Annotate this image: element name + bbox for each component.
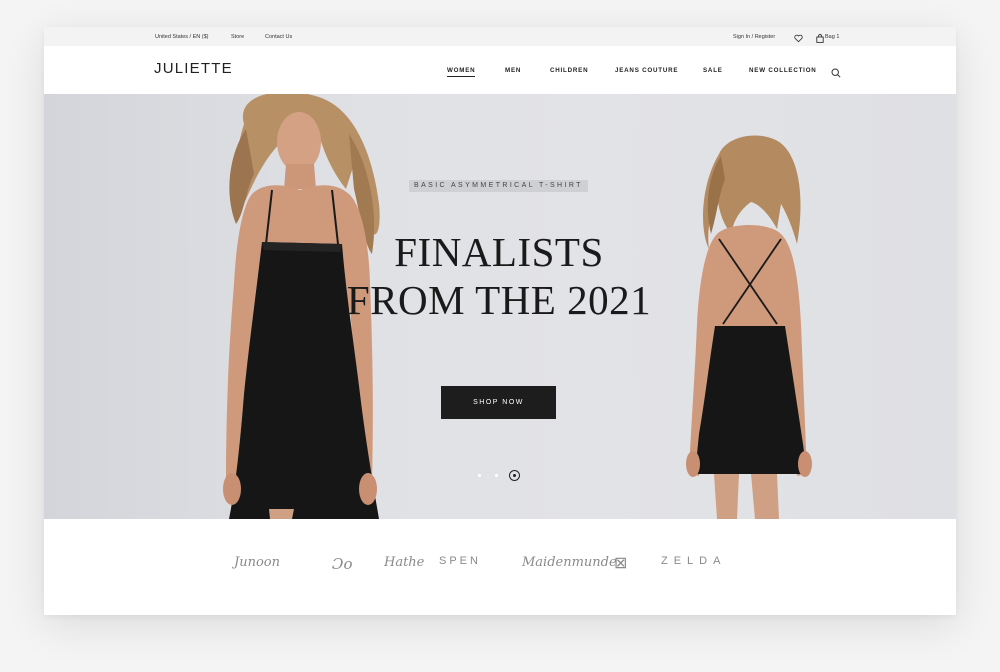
nav-men[interactable]: MEN [505, 67, 521, 74]
brand-logo-5[interactable]: Maidenmunde [522, 555, 617, 570]
nav-women[interactable]: WOMEN [447, 67, 476, 77]
model-back-image [686, 135, 812, 519]
brand-logo-spen[interactable]: SPEN [439, 555, 481, 567]
browser-page: United States / EN ($) Store Contact Us … [44, 27, 956, 615]
carousel-indicators [475, 468, 525, 482]
brand-logo-junoon[interactable]: Junoon [234, 555, 280, 570]
brand-logo[interactable]: JULIETTE [154, 60, 233, 77]
search-icon[interactable] [831, 65, 841, 83]
brand-logo-2[interactable]: Ɔo [332, 555, 353, 573]
store-link[interactable]: Store [231, 34, 244, 40]
headline-line-1: FINALISTS [394, 229, 604, 275]
carousel-dot-1[interactable] [478, 474, 481, 477]
carousel-dot-3-active[interactable] [509, 470, 520, 481]
brand-logo-3[interactable]: Hathe [384, 555, 424, 570]
brand-logo-zelda[interactable]: ZELDA [661, 555, 726, 567]
nav-jeans-couture[interactable]: JEANS COUTURE [615, 67, 678, 74]
bag-icon[interactable] [816, 34, 824, 45]
wishlist-icon[interactable] [794, 34, 803, 45]
contact-link[interactable]: Contact Us [265, 34, 292, 40]
utility-bar: United States / EN ($) Store Contact Us … [44, 27, 956, 46]
brand-logo-strip: Junoon Ɔo Hathe SPEN Maidenmunde ⊠ ZELDA [44, 519, 956, 615]
nav-sale[interactable]: SALE [703, 67, 723, 74]
hero-headline: FINALISTS FROM THE 2021 [334, 228, 664, 324]
nav-new-collection[interactable]: NEW COLLECTION [749, 67, 817, 74]
headline-line-2: FROM THE 2021 [346, 277, 652, 323]
brand-logo-6[interactable]: ⊠ [614, 553, 627, 573]
shop-now-button[interactable]: SHOP NOW [441, 386, 556, 419]
hero-tagline: BASIC ASYMMETRICAL T-SHIRT [409, 180, 588, 192]
bag-link[interactable]: Bag 1 [825, 34, 839, 40]
sign-in-link[interactable]: Sign In / Register [733, 34, 775, 40]
hero-banner: BASIC ASYMMETRICAL T-SHIRT FINALISTS FRO… [44, 94, 956, 519]
carousel-dot-2[interactable] [495, 474, 498, 477]
region-selector[interactable]: United States / EN ($) [155, 34, 209, 40]
site-header: JULIETTE WOMEN MEN CHILDREN JEANS COUTUR… [44, 46, 956, 94]
nav-children[interactable]: CHILDREN [550, 67, 588, 74]
